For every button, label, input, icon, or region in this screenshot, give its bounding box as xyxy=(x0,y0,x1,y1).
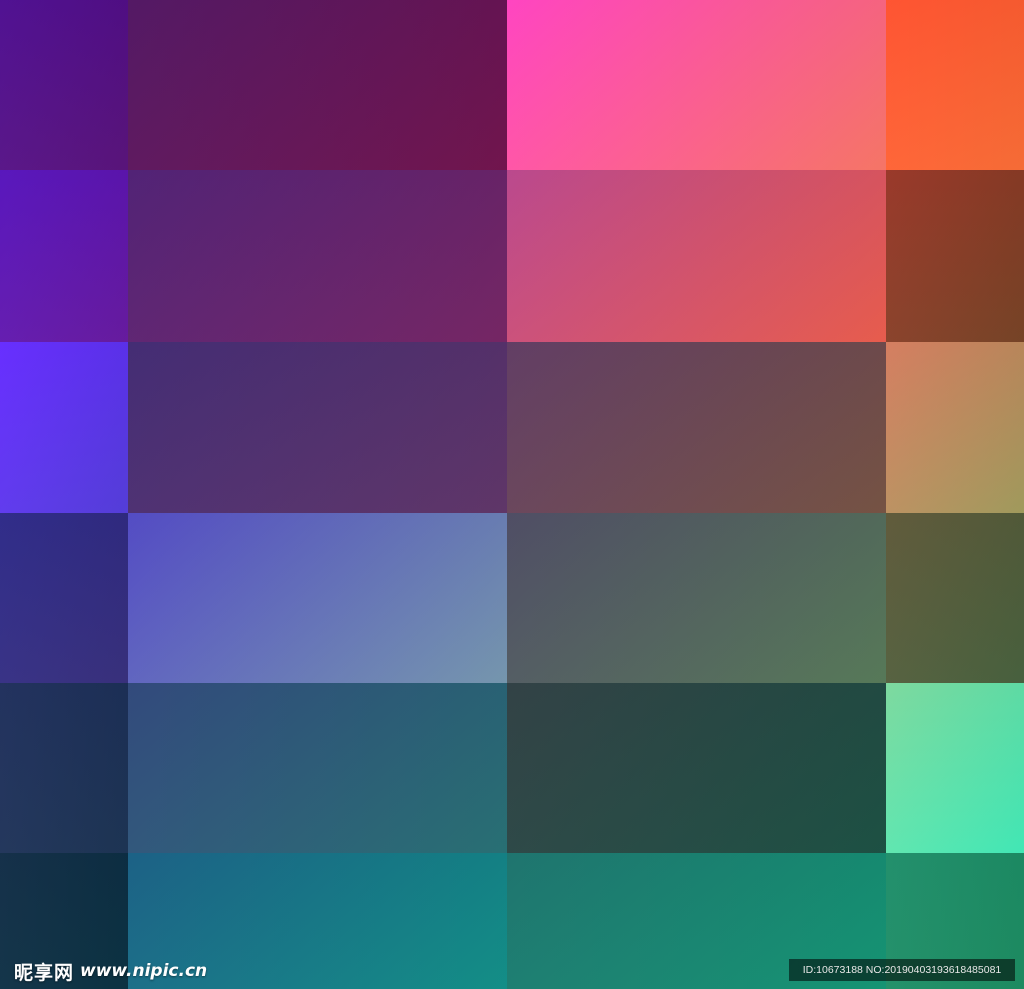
mosaic-tile xyxy=(128,342,507,513)
mosaic-tile xyxy=(128,513,507,683)
mosaic-tile xyxy=(128,170,507,342)
mosaic-tile xyxy=(0,342,128,513)
mosaic-tile xyxy=(886,342,1024,513)
watermark-url: www.nipic.cn xyxy=(80,961,208,981)
mosaic-tile xyxy=(128,683,507,853)
mosaic-tile xyxy=(886,513,1024,683)
image-id-label: ID:10673188 NO:20190403193618485081 xyxy=(789,959,1015,981)
mosaic-tile xyxy=(0,683,128,853)
gradient-mosaic-background xyxy=(0,0,1024,989)
mosaic-tile xyxy=(507,170,886,342)
watermark-brand: 昵享网 xyxy=(14,961,75,984)
mosaic-tile xyxy=(886,0,1024,170)
mosaic-tile xyxy=(0,170,128,342)
mosaic-tile xyxy=(128,0,507,170)
mosaic-tile xyxy=(0,513,128,683)
mosaic-tile xyxy=(507,513,886,683)
mosaic-tile xyxy=(507,342,886,513)
mosaic-tile xyxy=(886,170,1024,342)
mosaic-tile xyxy=(886,683,1024,853)
mosaic-tile xyxy=(507,0,886,170)
nipic-watermark: 昵享网 www.nipic.cn xyxy=(14,958,207,984)
mosaic-tile xyxy=(0,0,128,170)
mosaic-tile xyxy=(507,683,886,853)
